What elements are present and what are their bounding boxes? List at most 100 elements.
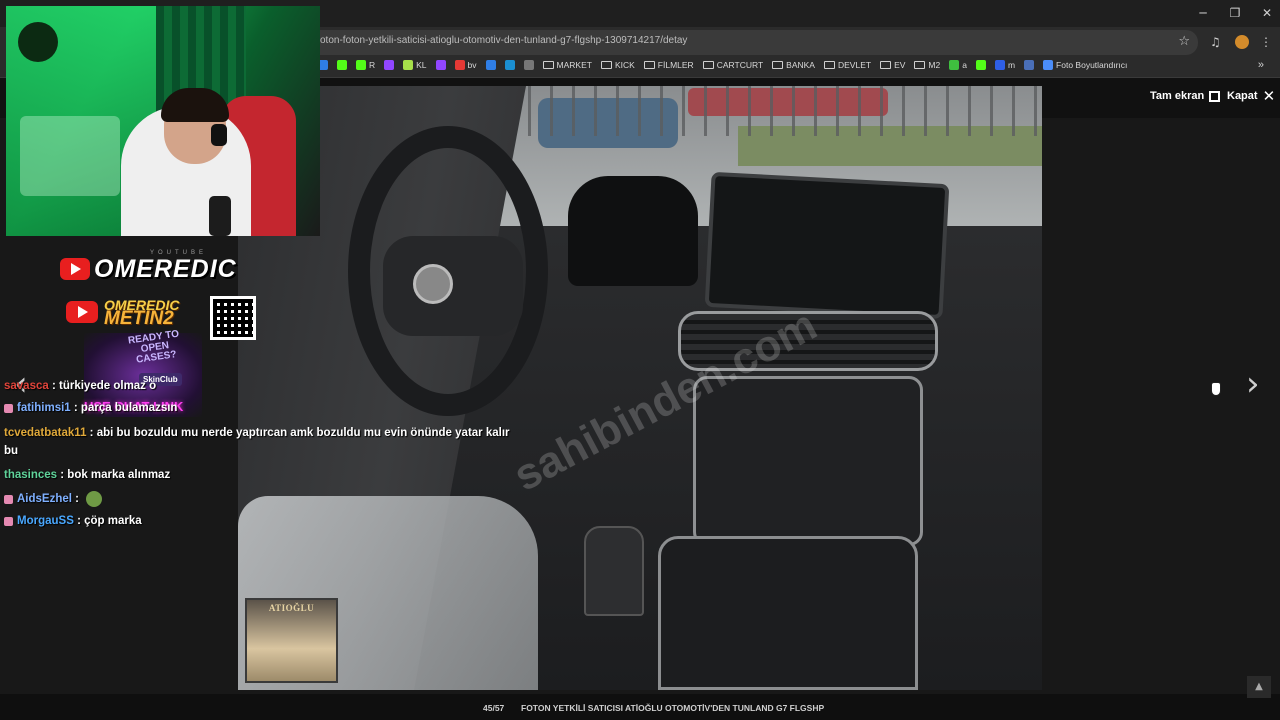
photo-caption: FOTON YETKİLİ SATICISI ATİOĞLU OTOMOTİV'… [521, 703, 825, 713]
photo-gear-shifter [584, 526, 644, 616]
bookmark-item[interactable]: DEVLET [823, 60, 871, 70]
chat-separator: : [73, 515, 85, 527]
favicon-icon [485, 60, 496, 70]
bookmark-list: R KL bv MARKET KICK FİLMLER CARTCURT BANKA DEVLE… [318, 60, 1127, 70]
favicon-icon [403, 60, 414, 70]
metin2-banner: OMEREDIC METIN2 [66, 298, 179, 329]
address-bar[interactable]: oton-foton-yetkili-saticisi-atioglu-otom… [300, 30, 1198, 55]
bookmark-item[interactable] [337, 60, 347, 70]
chat-username: thasinces [4, 469, 58, 481]
chat-username: MorgauSS [17, 515, 74, 527]
favicon-icon [994, 60, 1005, 70]
chat-text: çöp marka [84, 515, 142, 527]
chat-separator: : [70, 402, 81, 414]
metin2-title: METIN2 [104, 308, 174, 329]
restore-icon[interactable]: ❐ [1228, 4, 1242, 22]
bookmark-item[interactable] [1024, 60, 1035, 70]
folder-icon [823, 61, 835, 69]
photo-fence [528, 86, 1042, 136]
chat-badge-icon [4, 494, 13, 504]
favicon-icon [504, 60, 515, 70]
folder-icon [772, 61, 784, 69]
bookmark-item[interactable] [485, 60, 496, 70]
folder-icon [643, 61, 655, 69]
bookmark-label: KL [416, 60, 427, 70]
youtube-channel-banner: OMEREDIC [60, 252, 242, 286]
webcam-microphone [209, 196, 231, 236]
bookmark-label: Foto Boyutlandırıcı [1056, 60, 1128, 70]
photo-center-console [693, 376, 923, 546]
favicon-icon [356, 60, 366, 70]
chat-message: MorgauSS : çöp marka [4, 515, 142, 527]
chat-username: AidsEzhel [17, 493, 72, 505]
listing-photo[interactable]: sahibinden.com ATIOĞLU [238, 86, 1042, 690]
bookmark-item[interactable] [384, 60, 395, 70]
menu-icon[interactable]: ⋮ [1260, 35, 1272, 49]
bookmark-item[interactable]: CARTCURT [702, 60, 763, 70]
bookmark-item[interactable]: KICK [600, 60, 635, 70]
close-viewer-button[interactable]: Kapat ✕ [1227, 86, 1276, 105]
bookmark-item[interactable] [975, 60, 986, 70]
bookmark-label: BANKA [786, 60, 815, 70]
bookmark-item[interactable]: M2 [914, 60, 940, 70]
youtube-icon [66, 301, 98, 323]
favicon-icon [337, 60, 347, 70]
bookmark-item[interactable]: m [994, 60, 1016, 70]
dealer-logo-text: ATIOĞLU [268, 603, 315, 613]
url-text: oton-foton-yetkili-saticisi-atioglu-otom… [320, 35, 688, 46]
favicon-icon [523, 60, 534, 70]
hand-cursor-icon [1211, 382, 1221, 396]
bookmark-label: M2 [928, 60, 941, 70]
bookmark-item[interactable]: BANKA [772, 60, 815, 70]
folder-icon [880, 61, 892, 69]
webcam-headset [211, 124, 227, 146]
bookmark-star-icon[interactable]: ☆ [1178, 34, 1190, 49]
bookmark-label: MARKET [556, 60, 592, 70]
bookmark-item[interactable] [523, 60, 534, 70]
favicon-icon [1024, 60, 1035, 70]
bookmark-label: a [962, 60, 967, 70]
chat-badge-icon [4, 403, 13, 413]
close-window-icon[interactable]: ✕ [1260, 4, 1274, 22]
media-control-icon[interactable]: ♫ [1210, 35, 1221, 49]
chat-message: AidsEzhel : [4, 491, 103, 507]
bookmark-label: EV [894, 60, 906, 70]
bookmark-item[interactable]: Foto Boyutlandırıcı [1043, 60, 1127, 70]
more-bookmarks-button[interactable]: » [1258, 59, 1264, 71]
bookmark-item[interactable]: a [949, 60, 967, 70]
bookmark-item[interactable] [504, 60, 515, 70]
minimize-icon[interactable]: ─ [1196, 4, 1210, 22]
bookmark-item[interactable]: KL [403, 60, 427, 70]
chat-message: fatihimsi1 : parça bulamazsın [4, 402, 177, 414]
promo-text: READY TO OPEN CASES? [127, 328, 180, 366]
bookmark-item[interactable]: R [356, 60, 375, 70]
chat-message: thasinces : bok marka alınmaz [4, 469, 170, 481]
chat-badge-icon [4, 516, 13, 526]
folder-icon [600, 61, 612, 69]
fullscreen-icon [1209, 90, 1221, 102]
favicon-icon [949, 60, 960, 70]
scroll-top-button[interactable]: ▲ [1247, 676, 1271, 698]
chat-username: tcvedatbatak11 [4, 427, 87, 439]
favicon-icon [1043, 60, 1054, 70]
webcam-shelf [20, 116, 120, 196]
bookmark-item[interactable]: MARKET [542, 60, 592, 70]
youtube-icon [60, 258, 90, 280]
chat-separator: : [86, 427, 97, 439]
bookmark-label: FİLMLER [657, 60, 694, 70]
photo-counter: 45/57 [483, 703, 505, 713]
photo-wheel-hub [383, 236, 523, 336]
fullscreen-button[interactable]: Tam ekran [1150, 90, 1221, 102]
bookmark-item[interactable]: FİLMLER [643, 60, 694, 70]
next-photo-arrow-icon[interactable]: › [1246, 364, 1260, 404]
bookmark-label: m [1007, 60, 1016, 70]
profile-avatar[interactable] [1235, 35, 1249, 49]
bookmark-item[interactable] [435, 60, 446, 70]
bookmark-item[interactable]: EV [880, 60, 905, 70]
close-icon: ✕ [1262, 86, 1276, 105]
bookmark-item[interactable]: bv [454, 60, 477, 70]
chat-text: bok marka alınmaz [67, 469, 171, 481]
chat-separator: : [71, 493, 83, 505]
bookmark-label: R [369, 60, 376, 70]
photo-infotainment-screen [704, 171, 950, 320]
